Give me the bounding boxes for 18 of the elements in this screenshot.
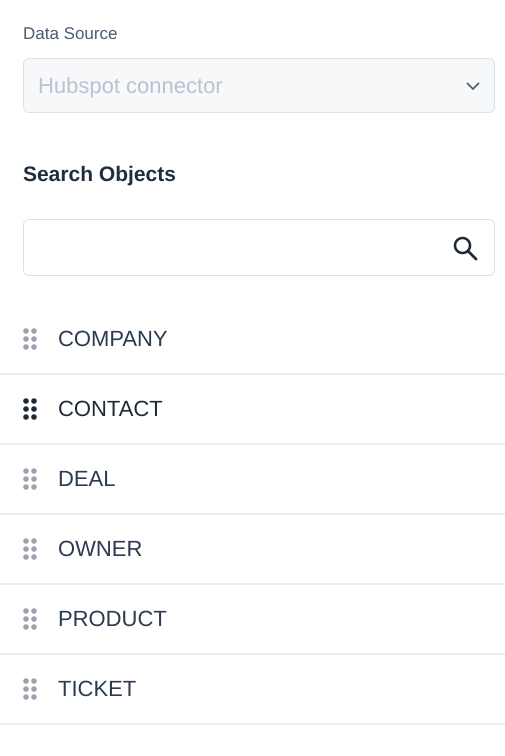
object-list-item[interactable]: TICKET [0, 655, 505, 725]
chevron-down-icon [466, 80, 480, 90]
search-icon [452, 234, 478, 260]
dropdown-value: Hubspot connector [38, 72, 223, 98]
data-source-label: Data Source [23, 24, 118, 44]
search-objects-heading: Search Objects [23, 163, 176, 187]
drag-handle-icon [22, 607, 38, 631]
drag-handle-icon [22, 327, 38, 351]
object-list-item[interactable]: DEAL [0, 445, 505, 515]
object-list-item[interactable]: OWNER [0, 515, 505, 585]
drag-handle-icon [22, 677, 38, 701]
drag-handle-icon [22, 397, 38, 421]
object-list-item[interactable]: PRODUCT [0, 585, 505, 655]
object-list-item[interactable]: CONTACT [0, 375, 505, 445]
drag-handle-icon [22, 467, 38, 491]
drag-handle-icon [22, 537, 38, 561]
search-field[interactable] [23, 219, 495, 276]
object-list-item[interactable]: COMPANY [0, 305, 505, 375]
